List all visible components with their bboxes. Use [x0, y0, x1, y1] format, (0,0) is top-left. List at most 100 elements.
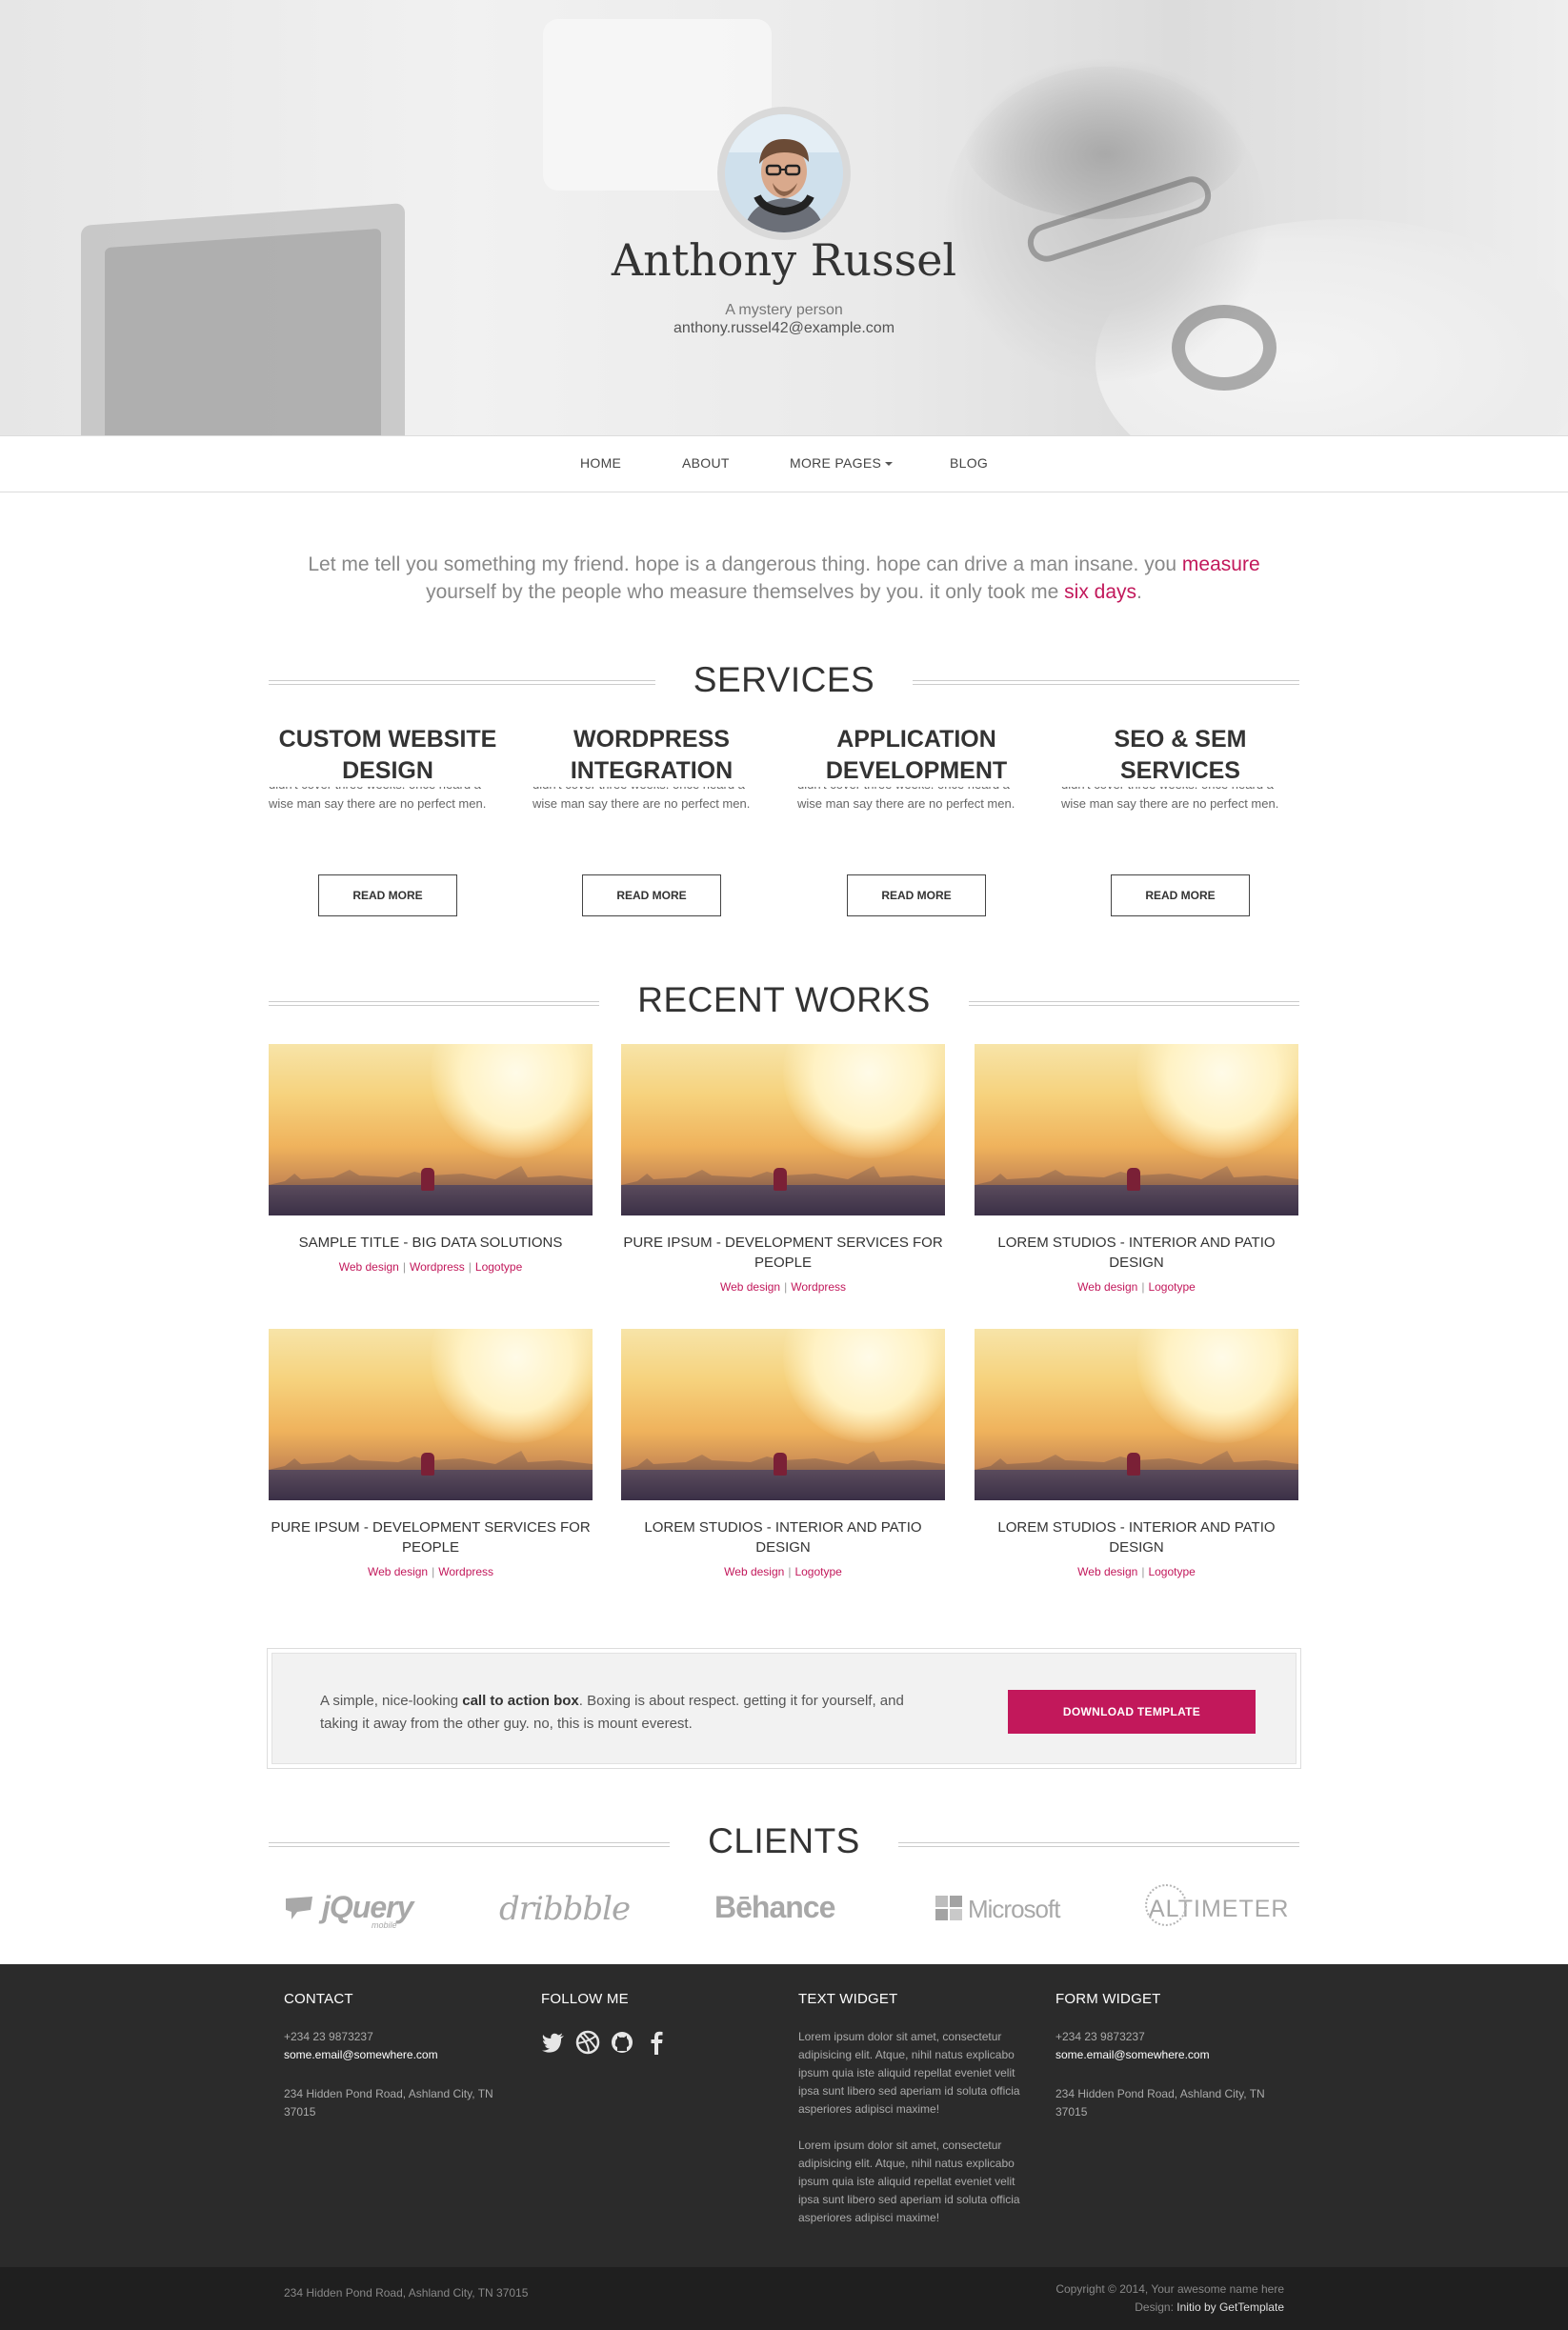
github-icon[interactable]	[610, 2030, 634, 2055]
work-card[interactable]: PURE IPSUM - DEVELOPMENT SERVICES FOR PE…	[621, 1044, 945, 1294]
call-to-action-box: A simple, nice-looking call to action bo…	[267, 1648, 1301, 1769]
read-more-button[interactable]: READ MORE	[318, 874, 457, 916]
caret-down-icon	[885, 462, 894, 467]
services-heading: SERVICES	[269, 660, 1299, 700]
footer-form-widget-title: FORM WIDGET	[1055, 1991, 1161, 2007]
service-text-clip: didn't cover three weeks. once heard a w…	[797, 787, 1035, 844]
read-more-button[interactable]: READ MORE	[582, 874, 721, 916]
work-title[interactable]: LOREM STUDIOS - INTERIOR AND PATIO DESIG…	[621, 1517, 945, 1557]
client-logo-altimeter[interactable]: ALTIMETER	[1145, 1884, 1289, 1926]
work-tag-link[interactable]: Web design	[339, 1260, 399, 1274]
work-title[interactable]: PURE IPSUM - DEVELOPMENT SERVICES FOR PE…	[621, 1233, 945, 1273]
design-credit-line: Design: Initio by GetTemplate	[1055, 2299, 1284, 2317]
service-text-clip: didn't cover three weeks. once heard a w…	[269, 787, 507, 844]
footer-form-widget: FORM WIDGET +234 23 9873237 some.email@s…	[1055, 1991, 1284, 2121]
work-title[interactable]: LOREM STUDIOS - INTERIOR AND PATIO DESIG…	[975, 1517, 1298, 1557]
client-logo-jquery[interactable]: jQuery mobile	[284, 1890, 413, 1930]
work-thumbnail[interactable]	[621, 1329, 945, 1500]
work-tags: Web design | Wordpress | Logotype	[338, 1260, 523, 1274]
work-tag-link[interactable]: Web design	[720, 1280, 780, 1294]
download-template-button[interactable]: DOWNLOAD TEMPLATE	[1008, 1690, 1256, 1734]
cta-text: A simple, nice-looking call to action bo…	[320, 1690, 930, 1736]
main-nav: HOME ABOUT MORE PAGES BLOG	[0, 435, 1568, 492]
design-credit-link[interactable]: Initio by GetTemplate	[1176, 2300, 1284, 2314]
client-logo-microsoft[interactable]: Microsoft	[935, 1895, 1060, 1924]
client-logo-dribbble[interactable]: dribbble	[499, 1890, 631, 1928]
nav-item-about[interactable]: ABOUT	[682, 455, 730, 471]
nav-item-more-pages-label: MORE PAGES	[790, 455, 882, 471]
work-tag-link[interactable]: Web design	[368, 1565, 428, 1578]
client-logo-behance[interactable]: Bēhance	[714, 1890, 835, 1925]
service-card: APPLICATION DEVELOPMENT didn't cover thr…	[797, 724, 1035, 844]
work-tags: Web design | Logotype	[1077, 1565, 1196, 1578]
work-title[interactable]: SAMPLE TITLE - BIG DATA SOLUTIONS	[269, 1233, 593, 1253]
intro-quote: Let me tell you something my friend. hop…	[286, 551, 1282, 606]
work-card[interactable]: PURE IPSUM - DEVELOPMENT SERVICES FOR PE…	[269, 1329, 593, 1578]
service-title: SEO & SEM SERVICES	[1114, 726, 1247, 784]
work-title[interactable]: LOREM STUDIOS - INTERIOR AND PATIO DESIG…	[975, 1233, 1298, 1273]
intro-text-before: Let me tell you something my friend. hop…	[308, 553, 1177, 575]
read-more-button[interactable]: READ MORE	[847, 874, 986, 916]
service-text: didn't cover three weeks. once heard a w…	[269, 787, 487, 811]
profile-name: Anthony Russel	[611, 234, 957, 286]
work-tag-link[interactable]: Wordpress	[410, 1260, 465, 1274]
service-text: didn't cover three weeks. once heard a w…	[533, 787, 751, 811]
nav-item-more-pages[interactable]: MORE PAGES	[790, 455, 894, 471]
footer-form-widget-email[interactable]: some.email@somewhere.com	[1055, 2046, 1284, 2064]
work-thumbnail[interactable]	[975, 1329, 1298, 1500]
intro-text-end: .	[1136, 581, 1142, 603]
work-card[interactable]: LOREM STUDIOS - INTERIOR AND PATIO DESIG…	[975, 1329, 1298, 1578]
intro-highlight-six-days[interactable]: six days	[1064, 581, 1136, 603]
read-more-button[interactable]: READ MORE	[1111, 874, 1250, 916]
altimeter-ring-icon	[1145, 1884, 1187, 1926]
footer-follow-title: FOLLOW ME	[541, 1991, 629, 2007]
works-heading-text: RECENT WORKS	[599, 980, 969, 1019]
work-thumbnail[interactable]	[269, 1044, 593, 1215]
footer-form-widget-address: 234 Hidden Pond Road, Ashland City, TN 3…	[1055, 2087, 1265, 2119]
dribbble-icon[interactable]	[575, 2030, 600, 2055]
footer-contact-address: 234 Hidden Pond Road, Ashland City, TN 3…	[284, 2087, 493, 2119]
work-tag-link[interactable]: Web design	[724, 1565, 784, 1578]
work-tag-link[interactable]: Logotype	[1148, 1565, 1195, 1578]
work-tag-link[interactable]: Logotype	[475, 1260, 522, 1274]
work-tag-link[interactable]: Wordpress	[438, 1565, 493, 1578]
footer-text-widget-para: Lorem ipsum dolor sit amet, consectetur …	[798, 2139, 1020, 2224]
footer-text-widget-para: Lorem ipsum dolor sit amet, consectetur …	[798, 2030, 1020, 2116]
nav-item-blog[interactable]: BLOG	[950, 455, 988, 471]
work-card[interactable]: LOREM STUDIOS - INTERIOR AND PATIO DESIG…	[621, 1329, 945, 1578]
profile-email[interactable]: anthony.russel42@example.com	[0, 320, 1568, 337]
service-text: didn't cover three weeks. once heard a w…	[797, 787, 1015, 811]
sub-footer-address: 234 Hidden Pond Road, Ashland City, TN 3…	[284, 2286, 529, 2300]
work-card[interactable]: LOREM STUDIOS - INTERIOR AND PATIO DESIG…	[975, 1044, 1298, 1294]
client-logo-jquery-sub: mobile	[372, 1920, 397, 1930]
works-heading: RECENT WORKS	[269, 980, 1299, 1020]
work-card[interactable]: SAMPLE TITLE - BIG DATA SOLUTIONS Web de…	[269, 1044, 593, 1274]
work-tag-link[interactable]: Wordpress	[791, 1280, 846, 1294]
service-text-clip: didn't cover three weeks. once heard a w…	[533, 787, 771, 844]
profile-tagline: A mystery person	[725, 302, 843, 318]
footer-contact-email[interactable]: some.email@somewhere.com	[284, 2046, 513, 2064]
work-tags: Web design | Wordpress	[367, 1565, 494, 1578]
sub-footer-credits: Copyright © 2014, Your awesome name here…	[1055, 2280, 1284, 2317]
work-tag-link[interactable]: Web design	[1077, 1280, 1137, 1294]
footer-form-widget-phone: +234 23 9873237	[1055, 2030, 1145, 2043]
twitter-icon[interactable]	[541, 2030, 566, 2055]
work-thumbnail[interactable]	[621, 1044, 945, 1215]
social-links	[541, 2030, 770, 2055]
work-tag-link[interactable]: Logotype	[1148, 1280, 1195, 1294]
clients-heading: CLIENTS	[269, 1821, 1299, 1861]
copyright-text: Copyright © 2014, Your awesome name here	[1055, 2282, 1284, 2296]
work-title[interactable]: PURE IPSUM - DEVELOPMENT SERVICES FOR PE…	[269, 1517, 593, 1557]
work-tags: Web design | Logotype	[1077, 1280, 1196, 1294]
facebook-icon[interactable]	[644, 2030, 669, 2055]
nav-item-home[interactable]: HOME	[580, 455, 621, 471]
footer-contact-title: CONTACT	[284, 1991, 353, 2007]
service-text: didn't cover three weeks. once heard a w…	[1061, 787, 1279, 811]
work-thumbnail[interactable]	[975, 1044, 1298, 1215]
intro-highlight-measure[interactable]: measure	[1182, 553, 1260, 575]
work-thumbnail[interactable]	[269, 1329, 593, 1500]
call-to-action-inner: A simple, nice-looking call to action bo…	[271, 1653, 1297, 1764]
work-tag-link[interactable]: Logotype	[794, 1565, 841, 1578]
footer-contact: CONTACT +234 23 9873237 some.email@somew…	[284, 1991, 513, 2121]
work-tag-link[interactable]: Web design	[1077, 1565, 1137, 1578]
